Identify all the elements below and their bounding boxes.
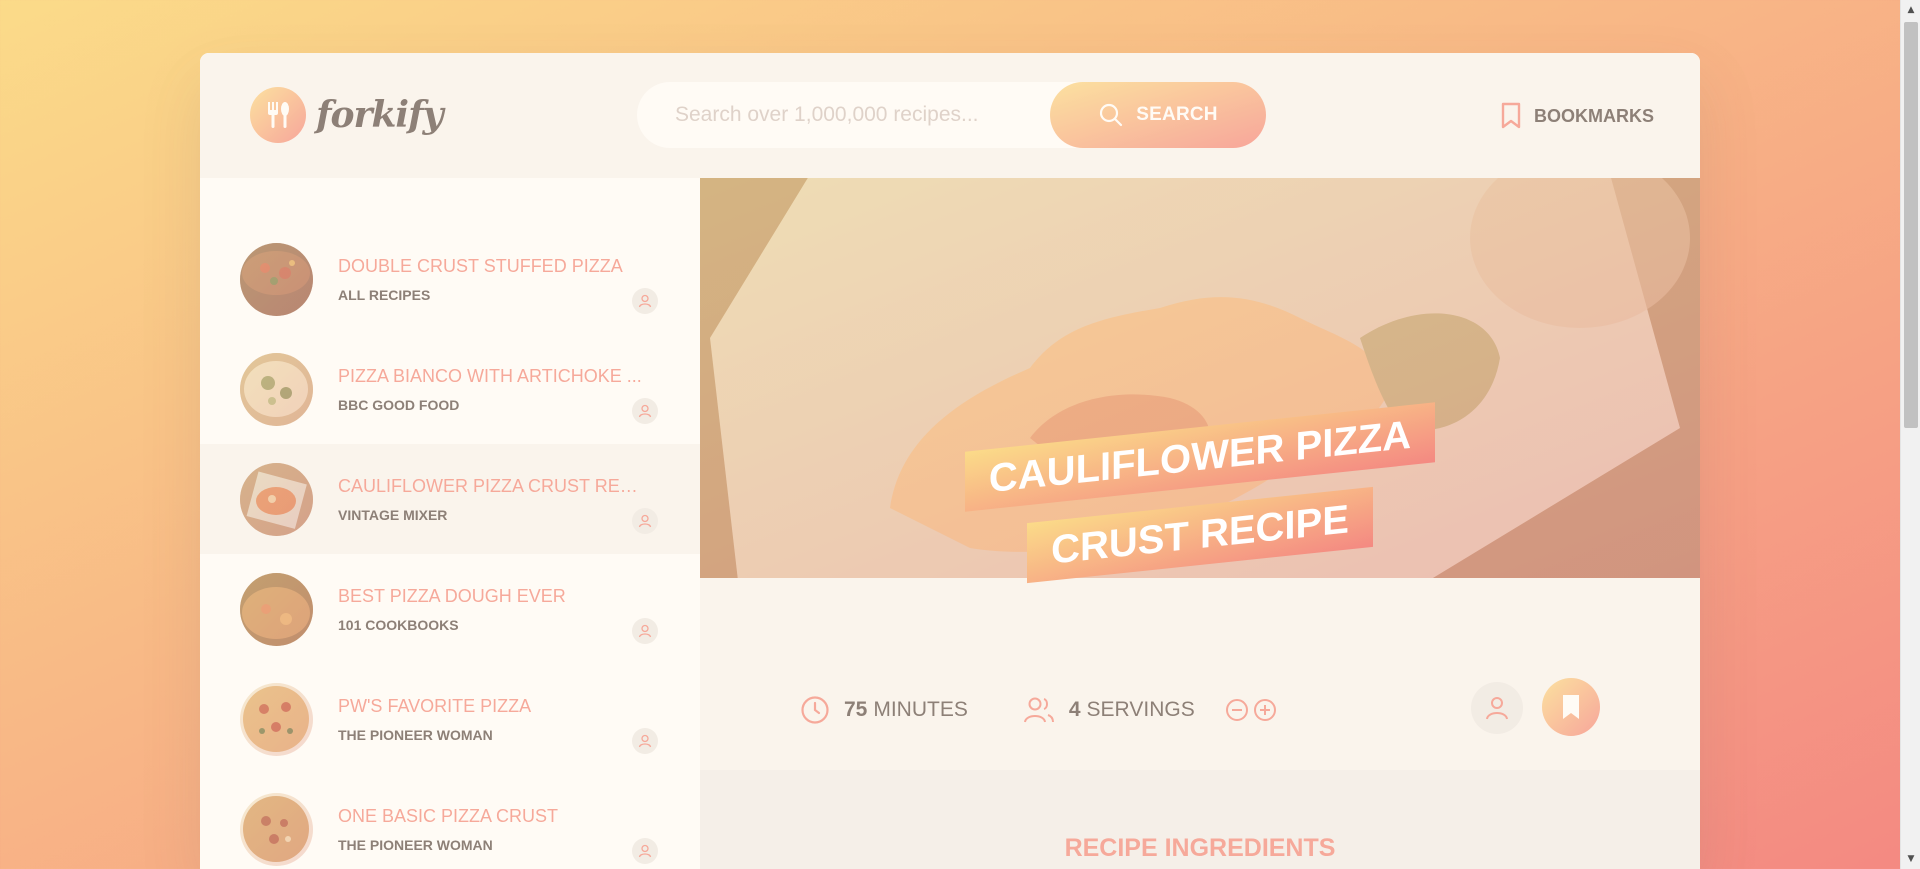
result-item[interactable]: ONE BASIC PIZZA CRUST THE PIONEER WOMAN (200, 774, 700, 869)
result-title: ONE BASIC PIZZA CRUST (338, 805, 559, 826)
user-generated-icon (632, 508, 658, 534)
logo-text: forkify (316, 94, 443, 136)
bookmark-fill-icon (1563, 695, 1579, 719)
result-title: PIZZA BIANCO WITH ARTICHOKE ... (338, 365, 642, 386)
recipe-ingredients-section: RECIPE INGREDIENTS (700, 770, 1700, 869)
search-results: DOUBLE CRUST STUFFED PIZZA ALL RECIPES P… (200, 178, 700, 869)
search-button[interactable]: SEARCH (1050, 82, 1266, 148)
plus-circle-icon (1253, 699, 1276, 721)
result-item[interactable]: DOUBLE CRUST STUFFED PIZZA ALL RECIPES (200, 224, 700, 334)
increase-servings-button[interactable] (1253, 698, 1277, 722)
result-item[interactable]: CAULIFLOWER PIZZA CRUST RECI... VINTAGE … (200, 444, 700, 554)
result-publisher: 101 COOKBOOKS (338, 616, 459, 633)
search-input[interactable] (675, 103, 1035, 127)
result-title: PW'S FAVORITE PIZZA (338, 695, 532, 716)
user-generated-icon (632, 288, 658, 314)
result-title: BEST PIZZA DOUGH EVER (338, 585, 566, 606)
result-publisher: BBC GOOD FOOD (338, 396, 460, 413)
clock-icon (801, 696, 829, 724)
search-button-label: SEARCH (1136, 104, 1218, 125)
scroll-up-arrow-icon[interactable]: ▲ (1901, 0, 1920, 20)
bookmark-icon (1501, 102, 1521, 129)
search-icon (1100, 103, 1123, 127)
users-icon (1023, 697, 1054, 723)
result-publisher: THE PIONEER WOMAN (338, 836, 493, 853)
result-publisher: ALL RECIPES (338, 286, 431, 303)
recipe-view: CAULIFLOWER PIZZA CRUST RECIPE 75 MINUTE… (700, 178, 1700, 869)
bookmarks-button[interactable]: BOOKMARKS (1500, 97, 1654, 135)
app-container: forkify SEARCH BOOKMARKS (200, 53, 1700, 869)
servings-value: 4 (1068, 698, 1081, 721)
user-generated-icon (632, 398, 658, 424)
result-item[interactable]: PW'S FAVORITE PIZZA THE PIONEER WOMAN (200, 664, 700, 774)
minutes-value: 75 (844, 698, 868, 721)
recipe-thumbnail (240, 242, 313, 316)
servings-label: SERVINGS (1086, 698, 1195, 721)
user-icon (1486, 697, 1508, 720)
user-generated-badge (1471, 682, 1523, 734)
recipe-thumbnail (240, 352, 313, 426)
cooking-time: 75 MINUTES (800, 695, 968, 725)
recipe-thumbnail (240, 462, 313, 536)
recipe-details: 75 MINUTES 4 SERVINGS (700, 670, 1700, 750)
decrease-servings-button[interactable] (1225, 698, 1249, 722)
bookmark-recipe-button[interactable] (1542, 678, 1600, 736)
recipe-thumbnail (240, 682, 313, 756)
search-form: SEARCH (637, 82, 1266, 148)
recipe-thumbnail (240, 572, 313, 646)
result-item[interactable]: BEST PIZZA DOUGH EVER 101 COOKBOOKS (200, 554, 700, 664)
bookmarks-label: BOOKMARKS (1534, 105, 1654, 126)
servings: 4 SERVINGS (1023, 695, 1281, 725)
header: forkify SEARCH BOOKMARKS (200, 53, 1700, 178)
minutes-label: MINUTES (873, 698, 968, 721)
page-scrollbar[interactable]: ▲ ▼ (1900, 0, 1920, 869)
servings-controls (1225, 698, 1281, 722)
user-generated-icon (632, 838, 658, 864)
logo[interactable]: forkify (250, 87, 443, 143)
result-title: DOUBLE CRUST STUFFED PIZZA (338, 255, 623, 276)
fork-spoon-icon (250, 87, 306, 143)
result-item[interactable]: PIZZA BIANCO WITH ARTICHOKE ... BBC GOOD… (200, 334, 700, 444)
result-title: CAULIFLOWER PIZZA CRUST RECI... (338, 475, 648, 496)
ingredients-heading: RECIPE INGREDIENTS (1064, 834, 1336, 862)
scrollbar-thumb[interactable] (1904, 22, 1918, 428)
scroll-down-arrow-icon[interactable]: ▼ (1901, 849, 1920, 869)
user-generated-icon (632, 728, 658, 754)
recipe-thumbnail (240, 792, 313, 866)
minus-circle-icon (1225, 699, 1248, 721)
result-publisher: VINTAGE MIXER (338, 506, 448, 523)
user-generated-icon (632, 618, 658, 644)
result-publisher: THE PIONEER WOMAN (338, 726, 493, 743)
